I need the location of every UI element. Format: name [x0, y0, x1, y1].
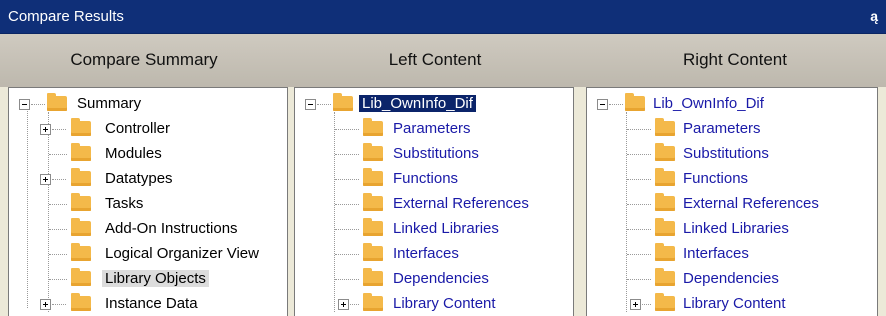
pin-icon[interactable]: ą	[870, 8, 878, 24]
expand-icon[interactable]	[630, 299, 641, 310]
tree-node-right-root[interactable]: Lib_OwnInfo_Dif	[587, 93, 877, 116]
tree-node-tasks[interactable]: Tasks	[9, 193, 287, 216]
tree-node-right-dependencies[interactable]: Dependencies	[587, 268, 877, 291]
folder-icon	[71, 193, 91, 211]
right-content-panel[interactable]: Lib_OwnInfo_Dif Parameters Substitutions…	[586, 87, 878, 316]
folder-icon	[655, 168, 675, 186]
tree-node-summary[interactable]: Summary	[9, 93, 287, 116]
tree-label: Lib_OwnInfo_Dif	[359, 95, 476, 112]
column-header-right-content: Right Content	[683, 50, 787, 69]
tree-node-controller[interactable]: Controller	[9, 118, 287, 141]
tree-label: External References	[393, 195, 529, 212]
tree-node-left-library-content[interactable]: Library Content	[295, 293, 573, 316]
tree-label: Functions	[393, 170, 459, 187]
folder-icon	[71, 268, 91, 286]
tree-node-right-functions[interactable]: Functions	[587, 168, 877, 191]
tree-node-right-substitutions[interactable]: Substitutions	[587, 143, 877, 166]
folder-icon	[71, 168, 91, 186]
tree-node-right-interfaces[interactable]: Interfaces	[587, 243, 877, 266]
tree-node-left-linked-libraries[interactable]: Linked Libraries	[295, 218, 573, 241]
tree-label: Summary	[77, 95, 142, 112]
folder-icon	[363, 193, 383, 211]
column-header-left-content: Left Content	[388, 50, 482, 69]
tree-label: Library Objects	[102, 270, 209, 287]
tree-label: Linked Libraries	[683, 220, 789, 237]
expand-icon[interactable]	[40, 174, 51, 185]
tree-label: Substitutions	[393, 145, 479, 162]
tree-label: Parameters	[683, 120, 761, 137]
tree-label: Tasks	[105, 195, 144, 212]
tree-node-left-external-references[interactable]: External References	[295, 193, 573, 216]
folder-icon	[71, 293, 91, 311]
window-title: Compare Results	[8, 8, 124, 25]
tree-node-left-root[interactable]: Lib_OwnInfo_Dif	[295, 93, 573, 116]
tree-label: Interfaces	[393, 245, 459, 262]
tree-label: Lib_OwnInfo_Dif	[653, 95, 764, 112]
tree-node-right-library-content[interactable]: Library Content	[587, 293, 877, 316]
tree-label: Datatypes	[105, 170, 173, 187]
tree-node-right-linked-libraries[interactable]: Linked Libraries	[587, 218, 877, 241]
folder-icon	[71, 118, 91, 136]
tree-node-right-external-references[interactable]: External References	[587, 193, 877, 216]
tree-node-left-substitutions[interactable]: Substitutions	[295, 143, 573, 166]
tree-label: Modules	[105, 145, 162, 162]
tree-label: Instance Data	[105, 295, 198, 312]
folder-icon	[655, 218, 675, 236]
compare-summary-panel[interactable]: Summary Controller Modules Datatypes Tas…	[8, 87, 288, 316]
expand-icon[interactable]	[338, 299, 349, 310]
folder-icon	[71, 243, 91, 261]
tree-node-left-functions[interactable]: Functions	[295, 168, 573, 191]
folder-icon	[71, 218, 91, 236]
folder-icon	[363, 118, 383, 136]
folder-icon	[333, 93, 353, 111]
tree-label: Library Content	[393, 295, 496, 312]
tree-label: External References	[683, 195, 819, 212]
folder-icon	[625, 93, 645, 111]
compare-results-titlebar: Compare Results ą	[0, 0, 886, 34]
folder-icon	[655, 243, 675, 261]
left-content-panel[interactable]: Lib_OwnInfo_Dif Parameters Substitutions…	[294, 87, 574, 316]
tree-node-library-objects[interactable]: Library Objects	[9, 268, 287, 291]
folder-icon	[363, 268, 383, 286]
tree-node-datatypes[interactable]: Datatypes	[9, 168, 287, 191]
tree-node-left-interfaces[interactable]: Interfaces	[295, 243, 573, 266]
folder-icon	[363, 143, 383, 161]
expand-icon[interactable]	[40, 299, 51, 310]
folder-icon	[655, 293, 675, 311]
tree-node-right-parameters[interactable]: Parameters	[587, 118, 877, 141]
folder-icon	[71, 143, 91, 161]
folder-icon	[363, 218, 383, 236]
folder-icon	[655, 193, 675, 211]
folder-icon	[655, 118, 675, 136]
folder-icon	[47, 93, 67, 111]
tree-node-left-dependencies[interactable]: Dependencies	[295, 268, 573, 291]
folder-icon	[363, 243, 383, 261]
tree-label: Add-On Instructions	[105, 220, 238, 237]
folder-icon	[363, 168, 383, 186]
tree-label: Substitutions	[683, 145, 769, 162]
folder-icon	[655, 268, 675, 286]
tree-node-left-parameters[interactable]: Parameters	[295, 118, 573, 141]
tree-node-logical-organizer-view[interactable]: Logical Organizer View	[9, 243, 287, 266]
tree-label: Interfaces	[683, 245, 749, 262]
tree-node-instance-data[interactable]: Instance Data	[9, 293, 287, 316]
tree-label: Controller	[105, 120, 171, 137]
tree-label: Linked Libraries	[393, 220, 499, 237]
folder-icon	[363, 293, 383, 311]
tree-label: Functions	[683, 170, 749, 187]
tree-node-add-on-instructions[interactable]: Add-On Instructions	[9, 218, 287, 241]
collapse-icon[interactable]	[19, 99, 30, 110]
tree-label: Logical Organizer View	[105, 245, 259, 262]
tree-label: Library Content	[683, 295, 786, 312]
tree-node-modules[interactable]: Modules	[9, 143, 287, 166]
expand-icon[interactable]	[40, 124, 51, 135]
collapse-icon[interactable]	[305, 99, 316, 110]
tree-label: Dependencies	[683, 270, 779, 287]
tree-label: Dependencies	[393, 270, 489, 287]
tree-label: Parameters	[393, 120, 471, 137]
folder-icon	[655, 143, 675, 161]
collapse-icon[interactable]	[597, 99, 608, 110]
column-header-compare-summary: Compare Summary	[70, 50, 218, 69]
